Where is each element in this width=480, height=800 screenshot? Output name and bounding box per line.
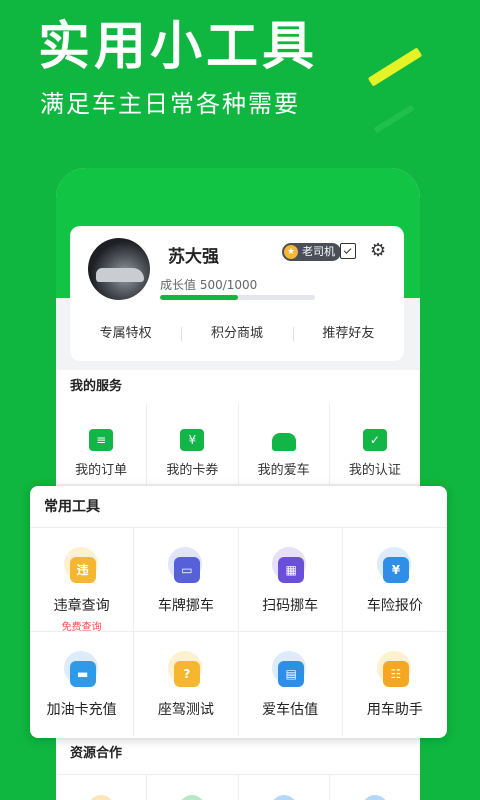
- quick-links: 专属特权 积分商城 推荐好友: [70, 323, 404, 345]
- level-badge[interactable]: ★ 老司机: [282, 243, 341, 261]
- assistant-book-icon: ☷: [376, 651, 413, 693]
- resource-icon: [179, 795, 206, 800]
- avatar[interactable]: [88, 238, 150, 300]
- star-icon: ★: [284, 245, 298, 259]
- hero-title: 实用小工具: [38, 17, 319, 77]
- growth-label: 成长值 500/1000: [160, 278, 258, 292]
- resource-item[interactable]: [146, 775, 237, 800]
- tool-label: 爱车估值: [262, 702, 319, 718]
- service-my-car[interactable]: 我的爱车: [237, 404, 329, 484]
- calculator-icon: ▤: [272, 651, 308, 693]
- resource-item[interactable]: [328, 775, 420, 800]
- resources-row: [56, 774, 420, 800]
- tool-label: 违章查询: [53, 598, 110, 614]
- growth-progress-fill: [160, 295, 238, 300]
- tool-label: 扫码挪车: [262, 598, 319, 614]
- tool-label: 加油卡充值: [46, 702, 117, 718]
- my-services-header: 我的服务: [56, 370, 420, 404]
- common-tools-header: 常用工具: [30, 486, 447, 528]
- coupon-icon: ¥: [180, 429, 205, 451]
- tool-label: 车牌挪车: [157, 598, 214, 614]
- service-label: 我的爱车: [257, 463, 310, 478]
- hero-subtitle: 满足车主日常各种需要: [40, 90, 300, 118]
- service-my-orders[interactable]: ≡ 我的订单: [56, 404, 146, 484]
- link-points-mall[interactable]: 积分商城: [181, 323, 292, 345]
- car-test-icon: ?: [167, 651, 204, 693]
- service-label: 我的卡券: [166, 463, 219, 478]
- level-badge-label: 老司机: [302, 245, 335, 258]
- tool-scan-move-car[interactable]: ▦ 扫码挪车: [238, 528, 343, 632]
- tool-label: 车险报价: [366, 598, 423, 614]
- my-services-row: ≡ 我的订单 ¥ 我的卡券 我的爱车 ✓ 我的认证: [56, 404, 420, 484]
- tool-plate-move-car[interactable]: ▭ 车牌挪车: [134, 528, 239, 632]
- resource-item[interactable]: [237, 775, 329, 800]
- service-my-coupons[interactable]: ¥ 我的卡券: [146, 404, 237, 484]
- common-tools-grid: 违 违章查询 免费查询 ▭ 车牌挪车 ▦ 扫码挪车 ¥ 车险报价 ▬ 加油卡充值…: [30, 528, 447, 736]
- tool-car-test[interactable]: ? 座驾测试: [134, 632, 239, 736]
- link-recommend-friends[interactable]: 推荐好友: [292, 323, 404, 345]
- fuel-card-icon: ▬: [63, 651, 100, 693]
- tool-label: 用车助手: [366, 702, 423, 718]
- license-plate-icon: ▭: [167, 547, 204, 589]
- car-icon: [271, 433, 296, 451]
- decorative-stripe: [367, 47, 423, 87]
- tool-car-assistant[interactable]: ☷ 用车助手: [343, 632, 447, 736]
- tool-label: 座驾测试: [157, 702, 214, 718]
- order-icon: ≡: [89, 429, 114, 451]
- service-my-certification[interactable]: ✓ 我的认证: [328, 404, 420, 484]
- user-name: 苏大强: [168, 247, 219, 267]
- growth-progress-bar: [160, 295, 315, 300]
- tool-sublabel: 免费查询: [61, 622, 102, 633]
- service-label: 我的订单: [75, 463, 128, 478]
- resource-item[interactable]: [56, 775, 146, 800]
- profile-card: 苏大强 ★ 老司机 ⚙ 成长值 500/1000 专属特权 积分商城 推荐好友: [70, 226, 404, 361]
- decorative-stripe-faint: [373, 104, 415, 134]
- qr-code-icon: ▦: [272, 547, 308, 589]
- gear-icon[interactable]: ⚙: [370, 242, 386, 260]
- common-tools-panel: 常用工具 违 违章查询 免费查询 ▭ 车牌挪车 ▦ 扫码挪车 ¥ 车险报价 ▬ …: [30, 486, 447, 738]
- certificate-icon: ✓: [362, 429, 387, 451]
- tool-insurance-quote[interactable]: ¥ 车险报价: [342, 528, 447, 632]
- tool-car-valuation[interactable]: ▤ 爱车估值: [239, 632, 343, 736]
- link-exclusive-privileges[interactable]: 专属特权: [70, 323, 181, 345]
- resource-icon: [88, 795, 114, 800]
- calendar-check-icon[interactable]: [340, 243, 356, 259]
- resource-icon: [270, 795, 297, 800]
- violation-icon: 违: [63, 547, 100, 589]
- service-label: 我的认证: [348, 463, 401, 478]
- tool-fuel-card-recharge[interactable]: ▬ 加油卡充值: [30, 632, 135, 736]
- tool-violation-query[interactable]: 违 违章查询 免费查询: [30, 528, 135, 633]
- insurance-shield-icon: ¥: [376, 547, 413, 589]
- resource-icon: [361, 795, 388, 800]
- resources-header: 资源合作: [56, 734, 420, 774]
